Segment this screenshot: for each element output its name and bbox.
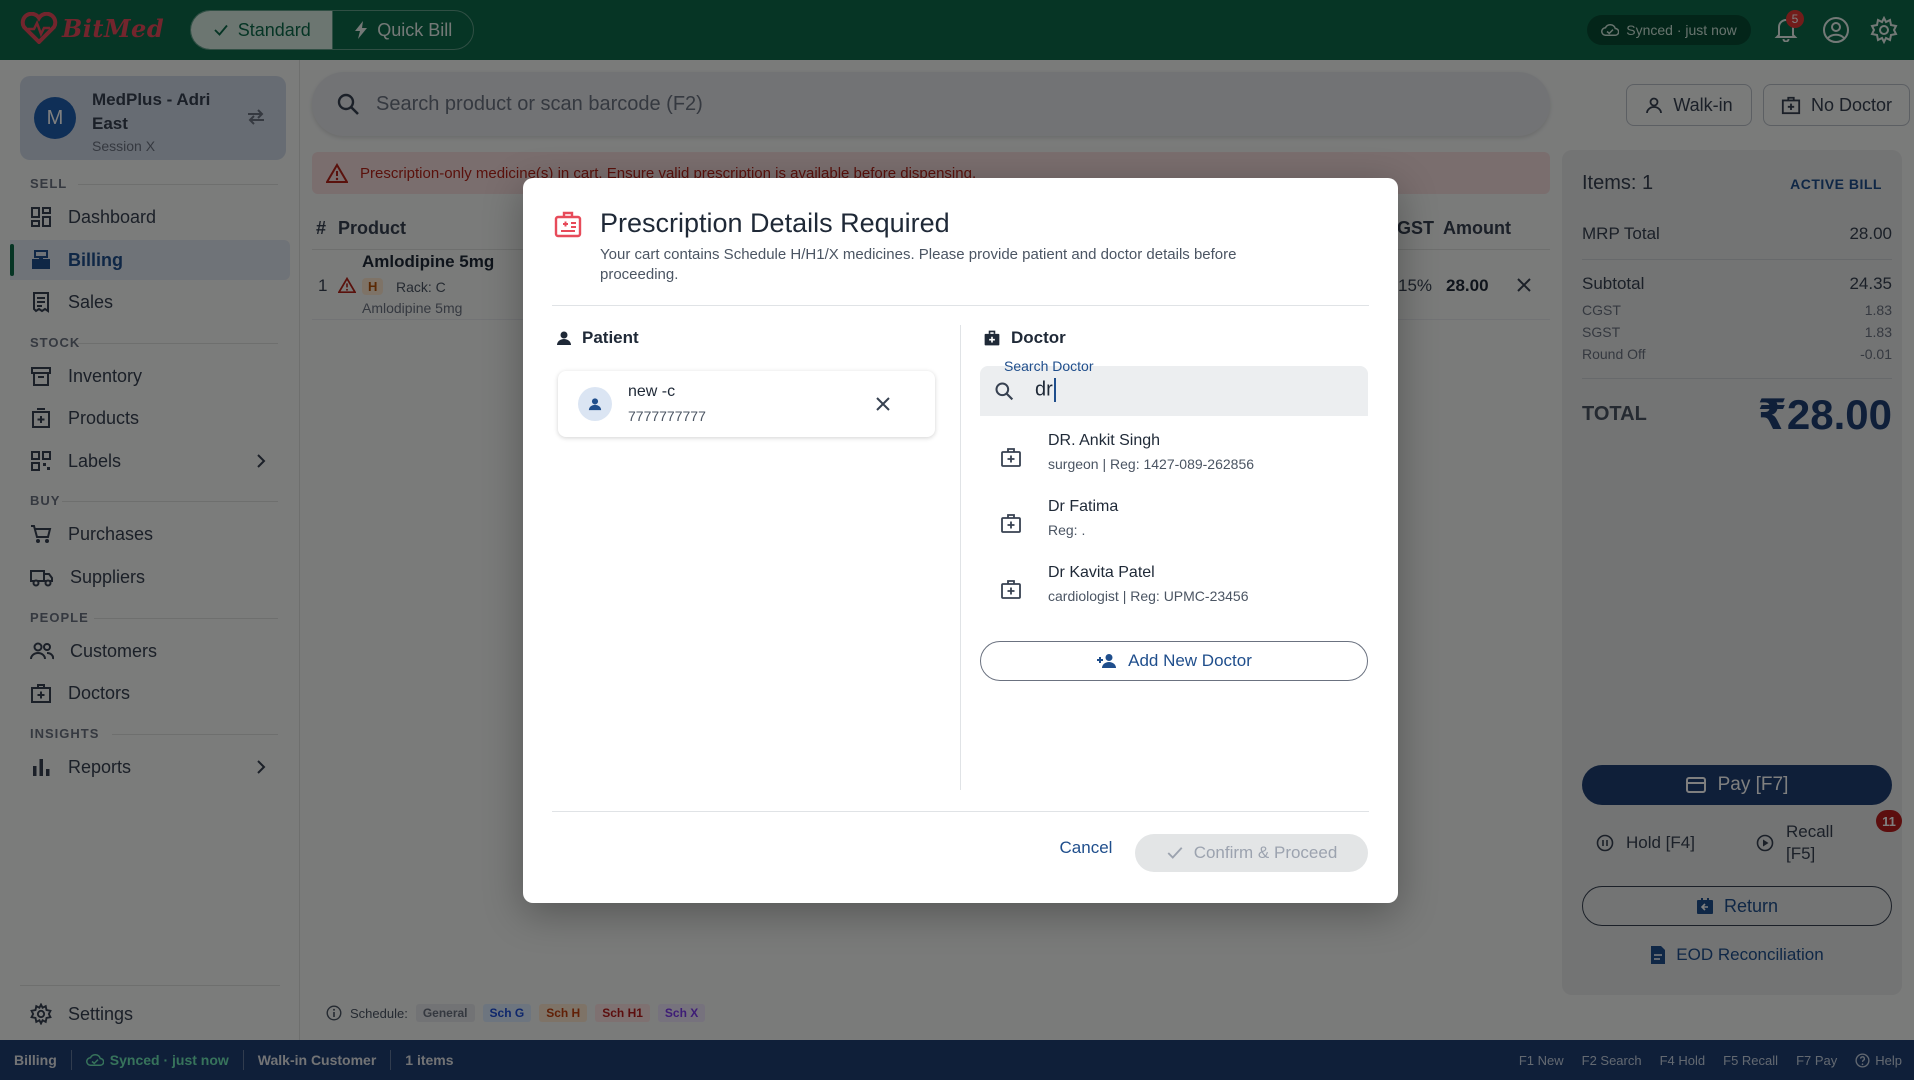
add-new-doctor-button[interactable]: Add New Doctor: [980, 641, 1368, 681]
doctor-name: Dr Fatima: [1048, 498, 1119, 515]
text-caret: [1053, 378, 1056, 402]
dialog-divider: [552, 811, 1369, 812]
patient-phone: 7777777777: [628, 408, 706, 424]
check-icon: [1167, 847, 1183, 859]
doctor-meta: Reg: .: [1048, 522, 1086, 538]
doctor-option[interactable]: Dr Fatima Reg: .: [980, 494, 1368, 554]
patient-section-heading: Patient: [556, 328, 639, 348]
selected-patient-card[interactable]: new -c 7777777777: [558, 371, 935, 437]
dialog-divider: [552, 305, 1369, 306]
doctor-option[interactable]: Dr Kavita Patel cardiologist | Reg: UPMC…: [980, 560, 1368, 620]
medical-bag-outline-icon: [1001, 580, 1021, 599]
add-new-doctor-label: Add New Doctor: [1128, 651, 1252, 670]
confirm-proceed-label: Confirm & Proceed: [1193, 843, 1338, 862]
dialog-title: Prescription Details Required: [600, 208, 950, 238]
doctor-section-heading: Doctor: [983, 328, 1066, 348]
dialog-subtitle: Your cart contains Schedule H/H1/X medic…: [600, 246, 1237, 283]
patient-avatar: [578, 387, 612, 421]
column-separator: [960, 325, 961, 790]
person-icon: [588, 398, 602, 411]
person-add-icon: [1097, 654, 1117, 668]
person-icon: [557, 331, 571, 345]
close-icon[interactable]: [876, 397, 890, 411]
doctor-heading-label: Doctor: [1011, 328, 1066, 347]
medical-bag-outline-icon: [1001, 514, 1021, 533]
confirm-proceed-button[interactable]: Confirm & Proceed: [1135, 834, 1368, 872]
doctor-search-value: dr: [1035, 378, 1056, 402]
doctor-option[interactable]: DR. Ankit Singh surgeon | Reg: 1427-089-…: [980, 428, 1368, 488]
prescription-details-dialog: Prescription Details Required Your cart …: [523, 178, 1398, 903]
patient-name: new -c: [628, 383, 676, 400]
doctor-search-input[interactable]: Search Doctor dr: [980, 358, 1368, 416]
doctor-meta: cardiologist | Reg: UPMC-23456: [1048, 588, 1249, 604]
search-icon: [995, 382, 1014, 401]
doctor-search-label: Search Doctor: [1004, 358, 1094, 374]
medical-id-icon: [554, 211, 582, 238]
doctor-search-text: dr: [1035, 378, 1053, 401]
doctor-name: Dr Kavita Patel: [1048, 564, 1155, 581]
cancel-button[interactable]: Cancel: [1053, 830, 1119, 866]
patient-heading-label: Patient: [582, 328, 639, 347]
medical-bag-icon: [984, 330, 1000, 346]
doctor-meta: surgeon | Reg: 1427-089-262856: [1048, 456, 1255, 472]
doctor-name: DR. Ankit Singh: [1048, 432, 1161, 449]
medical-bag-outline-icon: [1001, 448, 1021, 467]
